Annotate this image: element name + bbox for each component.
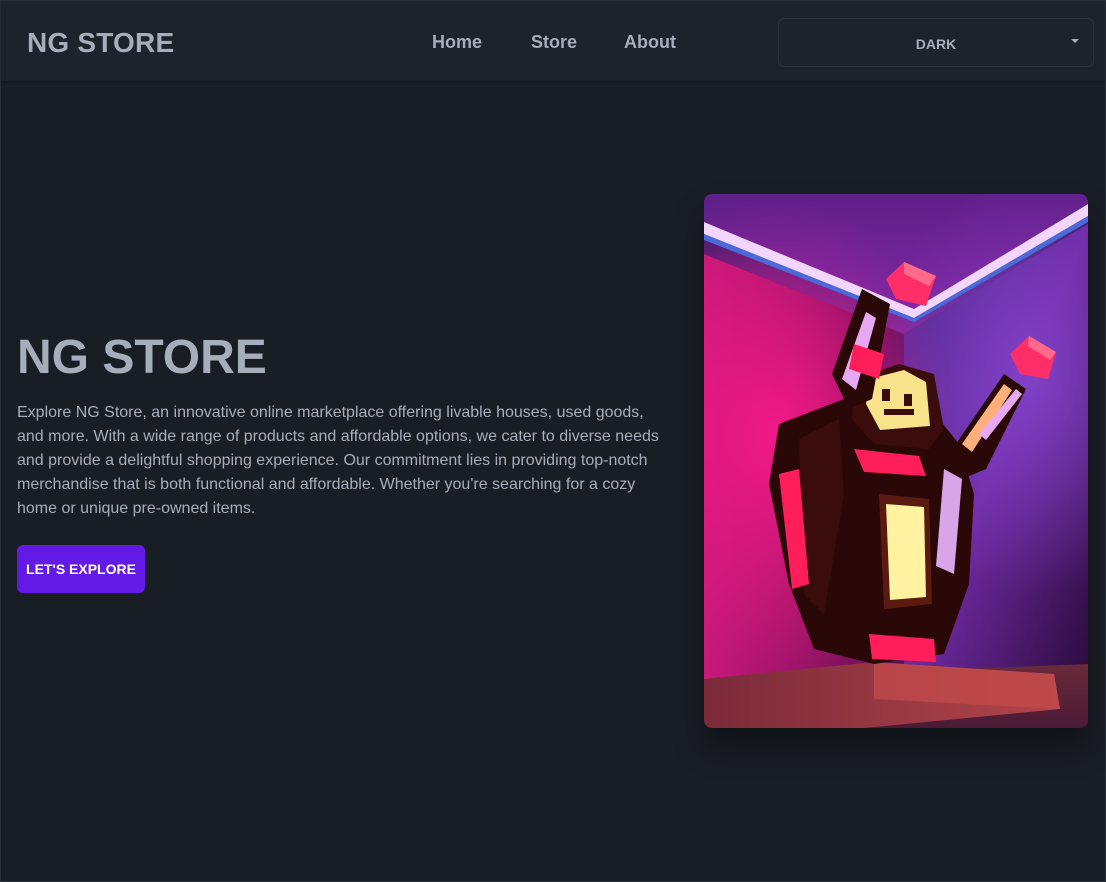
theme-select[interactable]: DARK [778,18,1094,67]
chevron-down-icon [1071,39,1079,43]
explore-button[interactable]: LET'S EXPLORE [17,545,145,593]
theme-select-value: DARK [915,36,957,52]
nav-link-about[interactable]: About [624,32,676,53]
hero-title: NG STORE [17,331,267,384]
nav-link-home[interactable]: Home [432,32,482,53]
nav-link-store[interactable]: Store [531,32,577,53]
navbar: NG STORE Home Store About DARK [1,1,1105,81]
hero-image [704,194,1088,728]
robot-illustration [704,194,1088,728]
brand-logo[interactable]: NG STORE [27,27,174,59]
hero-description: Explore NG Store, an innovative online m… [17,404,659,517]
